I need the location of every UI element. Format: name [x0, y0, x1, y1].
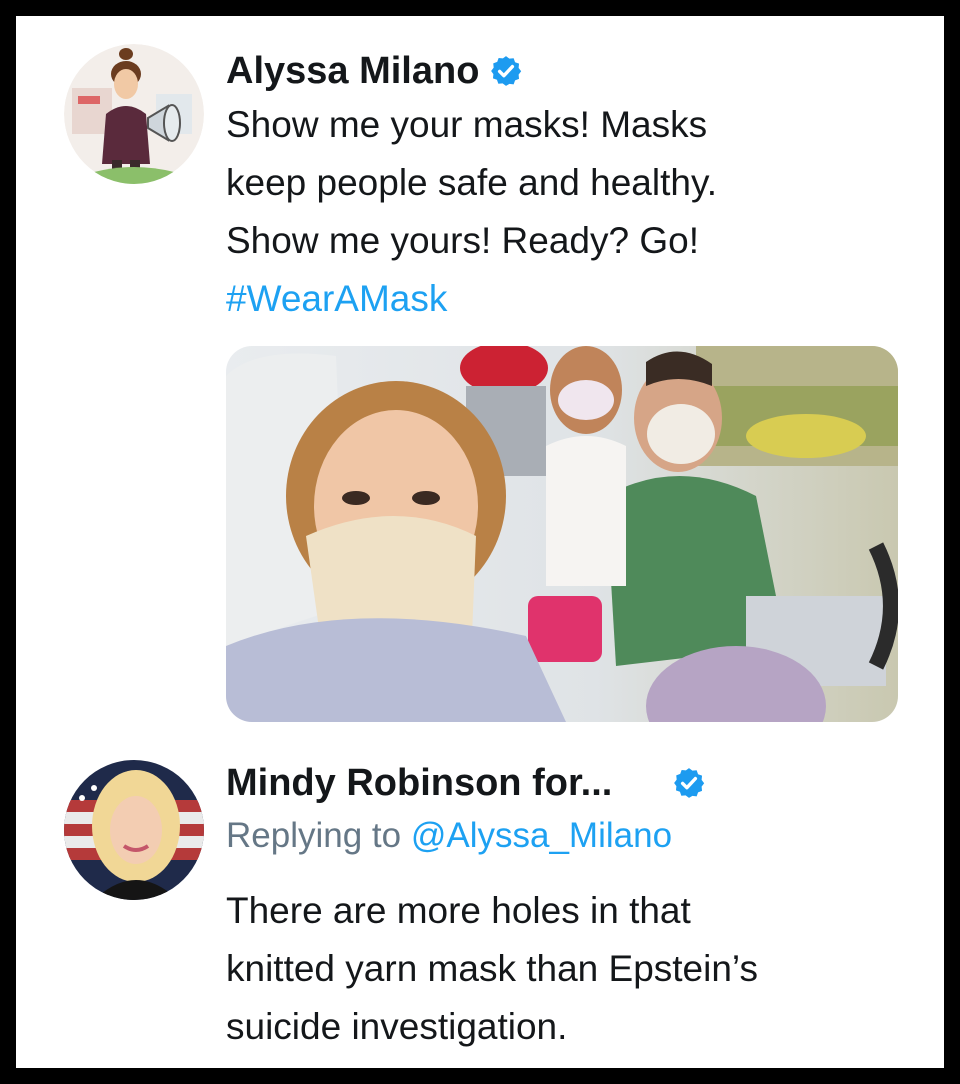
tweet-text: Show me your masks! Masks keep people sa… [226, 96, 916, 328]
reply-text-line: knitted yarn mask than Epstein’s [226, 948, 758, 989]
alyssa-name-row: Alyssa Milano [226, 46, 523, 96]
verified-badge-icon [672, 766, 706, 800]
replying-to-handle[interactable]: @Alyssa_Milano [411, 816, 672, 855]
screenshot-card: Alyssa Milano Show me your masks! Masks … [16, 16, 944, 1068]
reply-text-line: There are more holes in that [226, 890, 691, 931]
verified-badge-icon [489, 54, 523, 88]
mindy-name-row: Mindy Robinson for... [226, 758, 706, 808]
replying-to-line: Replying to @Alyssa_Milano [226, 816, 672, 856]
tweet-text-line: keep people safe and healthy. [226, 162, 717, 203]
reply-text-line: suicide investigation. [226, 1006, 568, 1047]
woman-portrait-flag-icon [64, 760, 204, 900]
reply-text: There are more holes in that knitted yar… [226, 882, 926, 1056]
hashtag-link[interactable]: #WearAMask [226, 270, 916, 328]
reply-author-name[interactable]: Mindy Robinson for... [226, 762, 612, 805]
cartoon-avatar-icon [64, 44, 204, 184]
tweet-photo[interactable] [226, 346, 898, 722]
alyssa-avatar[interactable] [64, 44, 204, 184]
tweet-text-line: Show me yours! Ready? Go! [226, 220, 699, 261]
selfie-photo-image [226, 346, 898, 722]
author-name[interactable]: Alyssa Milano [226, 50, 479, 93]
tweet-text-line: Show me your masks! Masks [226, 104, 708, 145]
mindy-avatar[interactable] [64, 760, 204, 900]
replying-to-label: Replying to [226, 816, 402, 855]
